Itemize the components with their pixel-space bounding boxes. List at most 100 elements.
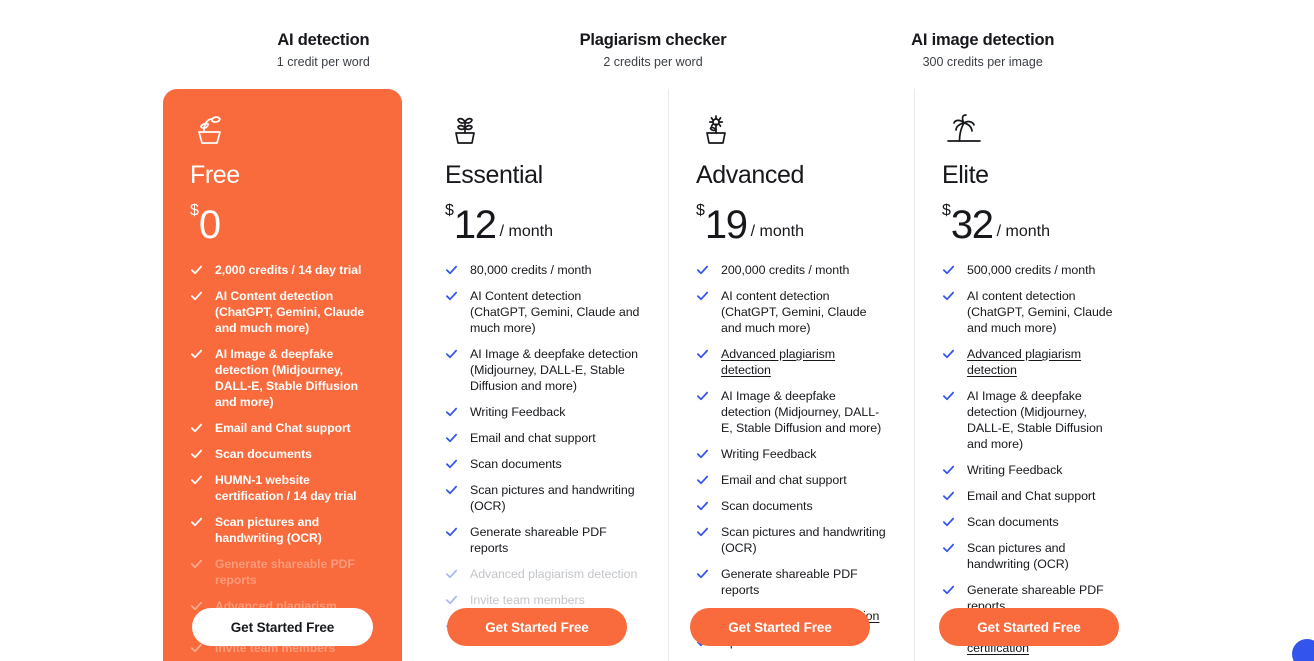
feature-item: 500,000 credits / month: [942, 262, 1125, 278]
feature-item: Scan documents: [190, 446, 375, 462]
feature-label: Scan documents: [967, 515, 1059, 529]
check-icon: [190, 448, 203, 461]
check-icon: [696, 474, 709, 487]
credit-card-subtitle: 300 credits per image: [922, 55, 1043, 69]
flower-icon: [696, 111, 887, 151]
feature-label: AI Content detection (ChatGPT, Gemini, C…: [215, 289, 365, 335]
credit-card-subtitle: 1 credit per word: [276, 55, 370, 69]
feature-item: Writing Feedback: [696, 446, 887, 462]
feature-label: AI Image & deepfake detection (Midjourne…: [967, 389, 1103, 451]
credit-card-ai-image-detection: AI image detection 300 credits per image: [822, 11, 1144, 87]
get-started-button-advanced[interactable]: Get Started Free: [690, 608, 870, 646]
feature-item: AI content detection (ChatGPT, Gemini, C…: [942, 288, 1125, 336]
feature-item[interactable]: Advanced plagiarism detection: [696, 346, 887, 378]
feature-item: Email and Chat support: [190, 420, 375, 436]
feature-list: 80,000 credits / month AI Content detecti…: [445, 262, 641, 634]
feature-item: Advanced plagiarism detection: [445, 566, 641, 582]
feature-label: Scan documents: [470, 457, 562, 471]
price-value: 32: [950, 203, 994, 247]
plan-card-free[interactable]: Free $ 0 2,000 credits / 14 day trial AI …: [163, 89, 402, 661]
plan-card-advanced[interactable]: Advanced $ 19 / month 200,000 credits / …: [669, 89, 914, 661]
price-currency: $: [942, 202, 951, 219]
plant-icon: [445, 111, 641, 151]
plan-cards-row: Free $ 0 2,000 credits / 14 day trial AI …: [0, 89, 1314, 661]
feature-item: 80,000 credits / month: [445, 262, 641, 278]
check-icon: [445, 458, 458, 471]
card-gap: [402, 89, 418, 661]
get-started-button-elite[interactable]: Get Started Free: [939, 608, 1119, 646]
feature-item: AI Image & deepfake detection (Midjourne…: [445, 346, 641, 394]
feature-item: Writing Feedback: [942, 462, 1125, 478]
feature-label: 500,000 credits / month: [967, 263, 1096, 277]
get-started-button-free[interactable]: Get Started Free: [192, 608, 373, 646]
check-icon: [942, 542, 955, 555]
credit-card-title: Plagiarism checker: [579, 31, 727, 49]
feature-label: Scan documents: [721, 499, 813, 513]
check-icon: [190, 264, 203, 277]
check-icon: [696, 390, 709, 403]
feature-label: Scan pictures and handwriting (OCR): [215, 515, 322, 545]
feature-item: Email and Chat support: [942, 488, 1125, 504]
check-icon: [696, 290, 709, 303]
feature-label: 2,000 credits / 14 day trial: [215, 263, 362, 277]
feature-label: Scan pictures and handwriting (OCR): [967, 541, 1069, 571]
feature-label: Scan documents: [215, 447, 312, 461]
get-started-button-essential[interactable]: Get Started Free: [447, 608, 627, 646]
check-icon: [190, 290, 203, 303]
feature-label: AI Content detection (ChatGPT, Gemini, C…: [470, 289, 640, 335]
feature-item: Scan pictures and handwriting (OCR): [696, 524, 887, 556]
feature-list: 500,000 credits / month AI content detect…: [942, 262, 1125, 661]
credit-rates-row: AI detection 1 credit per word Plagiaris…: [163, 11, 1144, 87]
check-icon: [696, 526, 709, 539]
check-icon: [190, 558, 203, 571]
feature-label: Advanced plagiarism detection: [721, 347, 836, 377]
check-icon: [942, 390, 955, 403]
price-value: 0: [198, 203, 221, 247]
credit-card-ai-detection: AI detection 1 credit per word: [163, 11, 484, 87]
feature-item: AI Image & deepfake detection (Midjourne…: [696, 388, 887, 436]
plan-price: $ 19 / month: [696, 199, 887, 247]
feature-list: 2,000 credits / 14 day trial AI Content d…: [190, 262, 375, 661]
feature-label: Generate shareable PDF reports: [470, 525, 607, 555]
feature-item: AI Image & deepfake detection (Midjourne…: [942, 388, 1125, 452]
feature-label: Writing Feedback: [967, 463, 1063, 477]
check-icon: [445, 484, 458, 497]
feature-item: AI content detection (ChatGPT, Gemini, C…: [696, 288, 887, 336]
sprout-icon: [190, 111, 375, 151]
feature-label: AI content detection (ChatGPT, Gemini, C…: [967, 289, 1113, 335]
check-icon: [445, 290, 458, 303]
feature-item[interactable]: Advanced plagiarism detection: [942, 346, 1125, 378]
palm-tree-icon: [942, 111, 1125, 151]
plan-name: Advanced: [696, 161, 804, 189]
check-icon: [445, 568, 458, 581]
check-icon: [942, 290, 955, 303]
plan-price: $ 0: [190, 199, 375, 247]
feature-item: AI Image & deepfake detection (Midjourne…: [190, 346, 375, 410]
feature-label: Writing Feedback: [470, 405, 566, 419]
check-icon: [696, 500, 709, 513]
check-icon: [942, 264, 955, 277]
chat-bubble-icon[interactable]: [1292, 639, 1314, 661]
plan-card-essential[interactable]: Essential $ 12 / month 80,000 credits / …: [418, 89, 668, 661]
feature-item: AI Content detection (ChatGPT, Gemini, C…: [445, 288, 641, 336]
check-icon: [942, 490, 955, 503]
credit-card-plagiarism-checker: Plagiarism checker 2 credits per word: [492, 11, 814, 87]
feature-item: Invite team members: [445, 592, 641, 608]
pricing-page: AI detection 1 credit per word Plagiaris…: [0, 0, 1314, 661]
plan-card-elite[interactable]: Elite $ 32 / month 500,000 credits / mon…: [915, 89, 1152, 661]
feature-label: Invite team members: [470, 593, 585, 607]
check-icon: [942, 584, 955, 597]
feature-item: Email and chat support: [445, 430, 641, 446]
price-currency: $: [445, 202, 454, 219]
left-spacer: [0, 89, 163, 661]
feature-label: AI Image & deepfake detection (Midjourne…: [721, 389, 882, 435]
check-icon: [696, 448, 709, 461]
feature-label: Advanced plagiarism detection: [470, 567, 638, 581]
check-icon: [942, 516, 955, 529]
feature-item: Scan pictures and handwriting (OCR): [942, 540, 1125, 572]
price-value: 19: [704, 203, 748, 247]
feature-item: HUMN-1 website certification / 14 day tr…: [190, 472, 375, 504]
feature-item: Email and chat support: [696, 472, 887, 488]
check-icon: [190, 348, 203, 361]
chat-bubble-shape: [1292, 639, 1314, 661]
